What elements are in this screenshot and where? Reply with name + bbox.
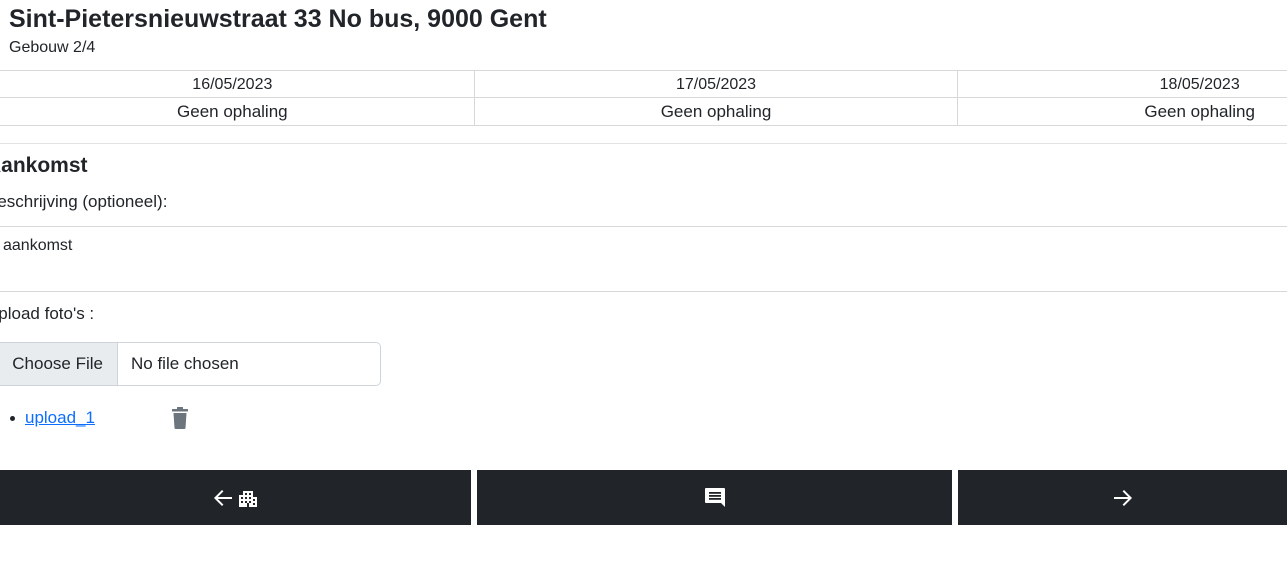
building-counter: Gebouw 2/4: [9, 39, 96, 56]
description-label: Beschrijving (optioneel):: [0, 192, 168, 211]
upload-label: Upload foto's :: [0, 304, 95, 323]
building-icon: [237, 487, 259, 509]
schedule-date: 16/05/2023: [0, 71, 474, 98]
schedule-status: Geen ophaling: [660, 102, 772, 121]
uploaded-files-list: upload_1: [0, 405, 200, 433]
schedule-day: 18/05/2023 Geen ophaling: [958, 71, 1287, 125]
description-textarea[interactable]: aankomst: [0, 226, 1287, 292]
arrival-form: Aankomst Beschrijving (optioneel): aanko…: [0, 152, 1287, 325]
arrow-right-icon: [1112, 487, 1134, 509]
header: Sint-Pietersnieuwstraat 33 No bus, 9000 …: [9, 4, 547, 58]
section-divider: [0, 143, 1287, 144]
back-to-building-button[interactable]: [0, 470, 471, 525]
schedule-date: 18/05/2023: [958, 71, 1287, 98]
file-status-text: No file chosen: [131, 354, 239, 373]
collection-schedule: 16/05/2023 Geen ophaling 17/05/2023 Geen…: [0, 70, 1287, 126]
uploaded-file-link[interactable]: upload_1: [25, 408, 95, 428]
comment-icon: [703, 486, 727, 510]
list-item: upload_1: [0, 405, 200, 433]
page: Sint-Pietersnieuwstraat 33 No bus, 9000 …: [0, 0, 1287, 568]
trash-icon[interactable]: [171, 407, 189, 429]
file-upload-input[interactable]: Choose File No file chosen: [0, 342, 381, 386]
bottom-navigation: [0, 470, 1287, 525]
section-heading: Aankomst: [0, 154, 88, 177]
schedule-status: Geen ophaling: [177, 102, 288, 121]
schedule-day: 16/05/2023 Geen ophaling: [0, 71, 475, 125]
schedule-date: 17/05/2023: [474, 71, 958, 98]
next-button[interactable]: [958, 470, 1287, 525]
schedule-status: Geen ophaling: [1144, 102, 1255, 121]
page-title: Sint-Pietersnieuwstraat 33 No bus, 9000 …: [9, 5, 547, 33]
comment-button[interactable]: [477, 470, 952, 525]
choose-file-button[interactable]: Choose File: [0, 343, 118, 385]
arrow-left-icon: [212, 487, 234, 509]
schedule-day: 17/05/2023 Geen ophaling: [474, 71, 959, 125]
bullet: [10, 416, 15, 421]
